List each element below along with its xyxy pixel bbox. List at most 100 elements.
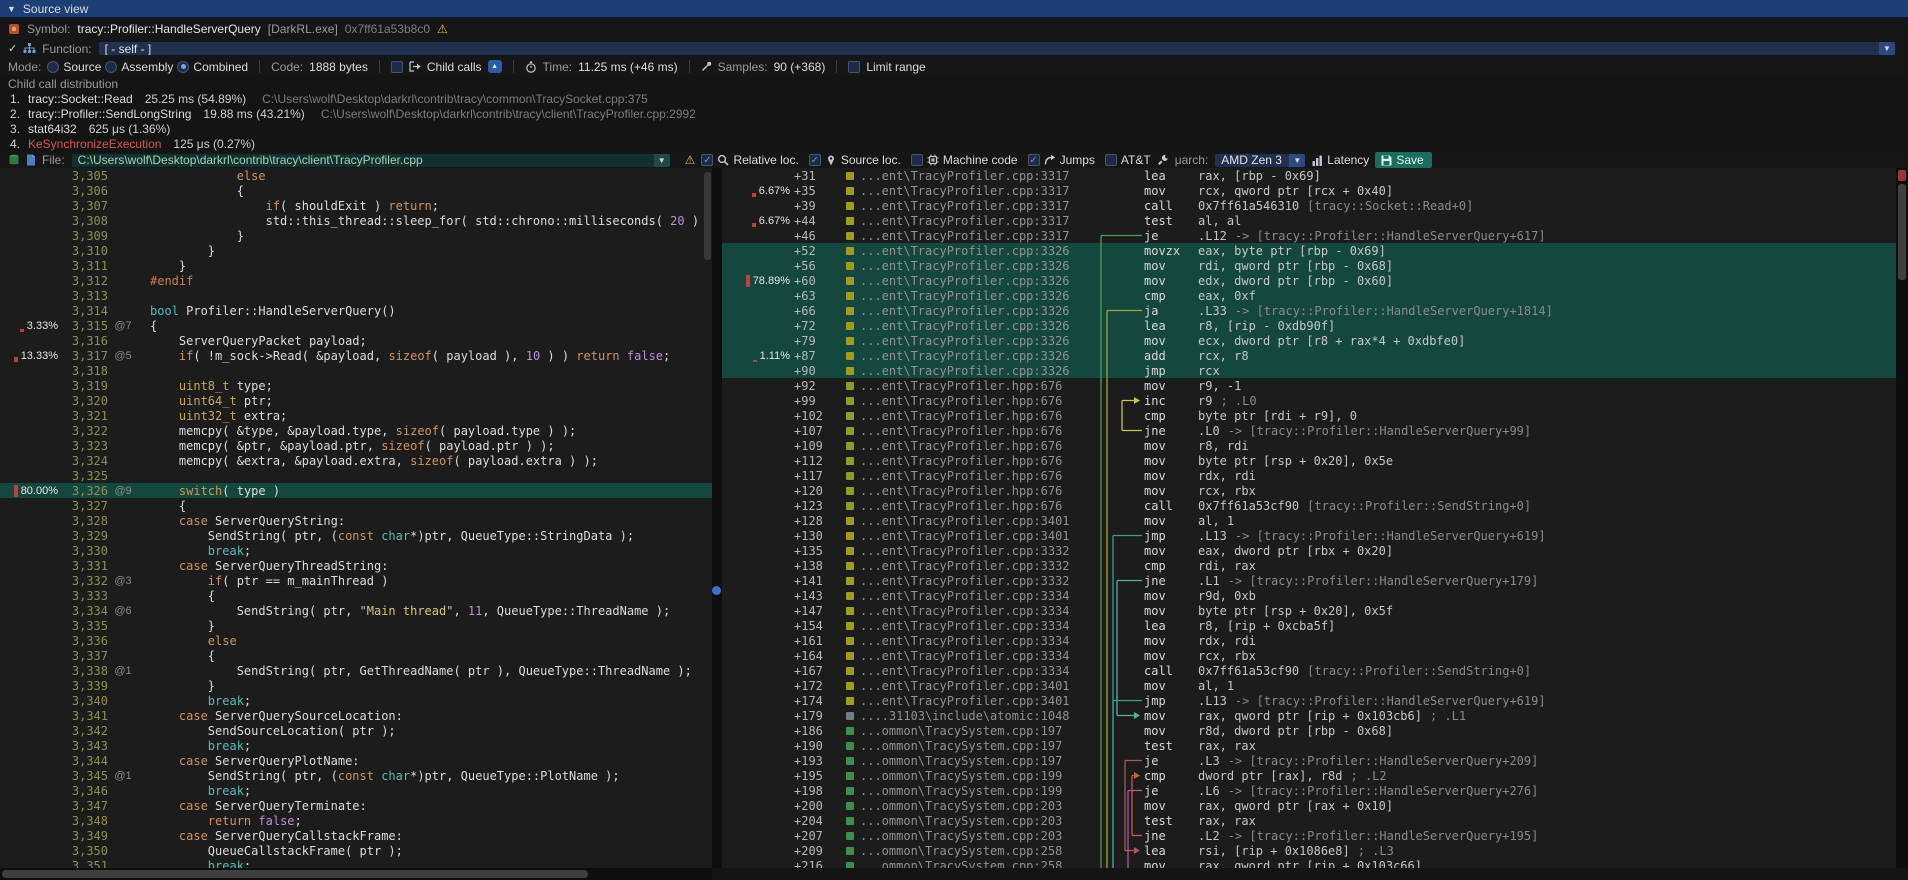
source-line[interactable]: 3,348 return false;	[0, 813, 712, 828]
save-button[interactable]: Save	[1375, 152, 1431, 168]
source-line[interactable]: 3,341 case ServerQuerySourceLocation:	[0, 708, 712, 723]
source-line[interactable]: 3,343 break;	[0, 738, 712, 753]
asm-row[interactable]: +172...ent\TracyProfiler.cpp:3401moval, …	[722, 678, 1908, 693]
asm-row[interactable]: 6.67%+44...ent\TracyProfiler.cpp:3317tes…	[722, 213, 1908, 228]
mode-radio-combined[interactable]: Combined	[177, 60, 248, 74]
source-line[interactable]: 3,325	[0, 468, 712, 483]
source-line[interactable]: 3,349 case ServerQueryCallstackFrame:	[0, 828, 712, 843]
source-line[interactable]: 3,330 break;	[0, 543, 712, 558]
asm-row[interactable]: +200...ommon\TracySystem.cpp:203movrax, …	[722, 798, 1908, 813]
source-line[interactable]: 3,320 uint64_t ptr;	[0, 393, 712, 408]
source-line[interactable]: 3,318	[0, 363, 712, 378]
asm-row[interactable]: +117...ent\TracyProfiler.hpp:676movrdx, …	[722, 468, 1908, 483]
source-line[interactable]: 3,350 QueueCallstackFrame( ptr );	[0, 843, 712, 858]
asm-row[interactable]: +102...ent\TracyProfiler.hpp:676cmpbyte …	[722, 408, 1908, 423]
asm-row[interactable]: +112...ent\TracyProfiler.hpp:676movbyte …	[722, 453, 1908, 468]
source-line[interactable]: 3,347 case ServerQueryTerminate:	[0, 798, 712, 813]
child-call-item[interactable]: 3.stat64i32625 μs (1.36%)	[0, 122, 1908, 137]
child-calls-up-button[interactable]: ▲	[488, 60, 502, 73]
asm-row[interactable]: +186...ommon\TracySystem.cpp:197movr8d, …	[722, 723, 1908, 738]
source-line[interactable]: 3,345@1 SendString( ptr, (const char*)pt…	[0, 768, 712, 783]
toggle-source-loc[interactable]: ✓Source loc.	[809, 153, 901, 167]
asm-row[interactable]: +174...ent\TracyProfiler.cpp:3401jmp.L13…	[722, 693, 1908, 708]
asm-row[interactable]: +147...ent\TracyProfiler.cpp:3334movbyte…	[722, 603, 1908, 618]
source-line[interactable]: 3,323 memcpy( &ptr, &payload.ptr, sizeof…	[0, 438, 712, 453]
source-line[interactable]: 3.33%3,315@7{	[0, 318, 712, 333]
asm-row[interactable]: +193...ommon\TracySystem.cpp:197je.L3-> …	[722, 753, 1908, 768]
asm-row[interactable]: +164...ent\TracyProfiler.cpp:3334movrcx,…	[722, 648, 1908, 663]
toggle-machine-code[interactable]: Machine code	[911, 153, 1018, 167]
source-line[interactable]: 3,331 case ServerQueryThreadString:	[0, 558, 712, 573]
pane-splitter[interactable]	[712, 168, 722, 868]
toggle-at-t[interactable]: AT&T	[1105, 153, 1151, 167]
asm-row[interactable]: +107...ent\TracyProfiler.hpp:676jne.L0->…	[722, 423, 1908, 438]
asm-row[interactable]: +120...ent\TracyProfiler.hpp:676movrcx, …	[722, 483, 1908, 498]
source-line[interactable]: 3,314bool Profiler::HandleServerQuery()	[0, 303, 712, 318]
source-line[interactable]: 13.33%3,317@5 if( !m_sock->Read( &payloa…	[0, 348, 712, 363]
source-line[interactable]: 3,319 uint8_t type;	[0, 378, 712, 393]
asm-row[interactable]: +143...ent\TracyProfiler.cpp:3334movr9d,…	[722, 588, 1908, 603]
toggle-relative-loc[interactable]: ✓Relative loc.	[701, 153, 798, 167]
source-line[interactable]: 3,346 break;	[0, 783, 712, 798]
asm-row[interactable]: +216...ommon\TracySystem.cpp:258movrax, …	[722, 858, 1908, 868]
source-line[interactable]: 3,340 break;	[0, 693, 712, 708]
asm-row[interactable]: +138...ent\TracyProfiler.cpp:3332cmprdi,…	[722, 558, 1908, 573]
source-line[interactable]: 3,337 {	[0, 648, 712, 663]
source-scrollbar[interactable]	[704, 172, 711, 260]
source-line[interactable]: 3,316 ServerQueryPacket payload;	[0, 333, 712, 348]
source-line[interactable]: 3,332@3 if( ptr == m_mainThread )	[0, 573, 712, 588]
splitter-grip[interactable]	[712, 586, 721, 595]
child-call-item[interactable]: 2.tracy::Profiler::SendLongString19.88 m…	[0, 107, 1908, 122]
asm-scrollbar[interactable]	[1896, 168, 1908, 868]
asm-row[interactable]: +135...ent\TracyProfiler.cpp:3332moveax,…	[722, 543, 1908, 558]
source-line[interactable]: 3,329 SendString( ptr, (const char*)ptr,…	[0, 528, 712, 543]
source-line[interactable]: 3,312#endif	[0, 273, 712, 288]
collapse-icon[interactable]: ▼	[7, 4, 16, 14]
source-line[interactable]: 3,313	[0, 288, 712, 303]
source-line[interactable]: 3,307 if( shouldExit ) return;	[0, 198, 712, 213]
source-line[interactable]: 3,311 }	[0, 258, 712, 273]
asm-row[interactable]: +90...ent\TracyProfiler.cpp:3326jmprcx	[722, 363, 1908, 378]
asm-scrollbar-thumb[interactable]	[1898, 184, 1906, 280]
source-line[interactable]: 3,324 memcpy( &extra, &payload.extra, si…	[0, 453, 712, 468]
source-line[interactable]: 3,321 uint32_t extra;	[0, 408, 712, 423]
asm-row[interactable]: +31...ent\TracyProfiler.cpp:3317learax, …	[722, 168, 1908, 183]
asm-row[interactable]: +128...ent\TracyProfiler.cpp:3401moval, …	[722, 513, 1908, 528]
source-line[interactable]: 3,338@1 SendString( ptr, GetThreadName( …	[0, 663, 712, 678]
asm-row[interactable]: +179....31103\include\atomic:1048movrax,…	[722, 708, 1908, 723]
function-combo[interactable]: [ - self - ] ▼	[98, 41, 1896, 56]
asm-row[interactable]: +123...ent\TracyProfiler.hpp:676call0x7f…	[722, 498, 1908, 513]
child-call-item[interactable]: 4.KeSynchronizeExecution125 μs (0.27%)	[0, 137, 1908, 152]
asm-row[interactable]: +72...ent\TracyProfiler.cpp:3326lear8, […	[722, 318, 1908, 333]
child-call-item[interactable]: 1.tracy::Socket::Read25.25 ms (54.89%)C:…	[0, 92, 1908, 107]
asm-row[interactable]: 78.89%+60...ent\TracyProfiler.cpp:3326mo…	[722, 273, 1908, 288]
asm-row[interactable]: +209...ommon\TracySystem.cpp:258learsi, …	[722, 843, 1908, 858]
asm-row[interactable]: +52...ent\TracyProfiler.cpp:3326movzxeax…	[722, 243, 1908, 258]
source-line[interactable]: 3,335 }	[0, 618, 712, 633]
asm-row[interactable]: +66...ent\TracyProfiler.cpp:3326ja.L33->…	[722, 303, 1908, 318]
asm-row[interactable]: +141...ent\TracyProfiler.cpp:3332jne.L1-…	[722, 573, 1908, 588]
asm-row[interactable]: 6.67%+35...ent\TracyProfiler.cpp:3317mov…	[722, 183, 1908, 198]
asm-row[interactable]: +109...ent\TracyProfiler.hpp:676movr8, r…	[722, 438, 1908, 453]
asm-row[interactable]: +92...ent\TracyProfiler.hpp:676movr9, -1	[722, 378, 1908, 393]
asm-row[interactable]: +198...ommon\TracySystem.cpp:199je.L6-> …	[722, 783, 1908, 798]
toggle-jumps[interactable]: ✓Jumps	[1028, 153, 1095, 167]
source-line[interactable]: 3,305 else	[0, 168, 712, 183]
source-line[interactable]: 3,306 {	[0, 183, 712, 198]
source-hscrollbar[interactable]	[0, 868, 712, 880]
mode-radio-source[interactable]: Source	[47, 60, 101, 74]
asm-row[interactable]: +46...ent\TracyProfiler.cpp:3317je.L12->…	[722, 228, 1908, 243]
asm-row[interactable]: +161...ent\TracyProfiler.cpp:3334movrdx,…	[722, 633, 1908, 648]
source-line[interactable]: 3,308 std::this_thread::sleep_for( std::…	[0, 213, 712, 228]
latency-button[interactable]: Latency	[1312, 153, 1369, 167]
asm-row[interactable]: +204...ommon\TracySystem.cpp:203testrax,…	[722, 813, 1908, 828]
source-line[interactable]: 3,334@6 SendString( ptr, "Main thread", …	[0, 603, 712, 618]
source-line[interactable]: 3,322 memcpy( &type, &payload.type, size…	[0, 423, 712, 438]
asm-row[interactable]: +63...ent\TracyProfiler.cpp:3326cmpeax, …	[722, 288, 1908, 303]
source-line[interactable]: 3,328 case ServerQueryString:	[0, 513, 712, 528]
asm-row[interactable]: +167...ent\TracyProfiler.cpp:3334call0x7…	[722, 663, 1908, 678]
source-line[interactable]: 3,309 }	[0, 228, 712, 243]
limit-range-checkbox[interactable]	[848, 61, 860, 73]
file-combo[interactable]: C:\Users\wolf\Desktop\darkrl\contrib\tra…	[71, 153, 671, 168]
asm-row[interactable]: +154...ent\TracyProfiler.cpp:3334lear8, …	[722, 618, 1908, 633]
